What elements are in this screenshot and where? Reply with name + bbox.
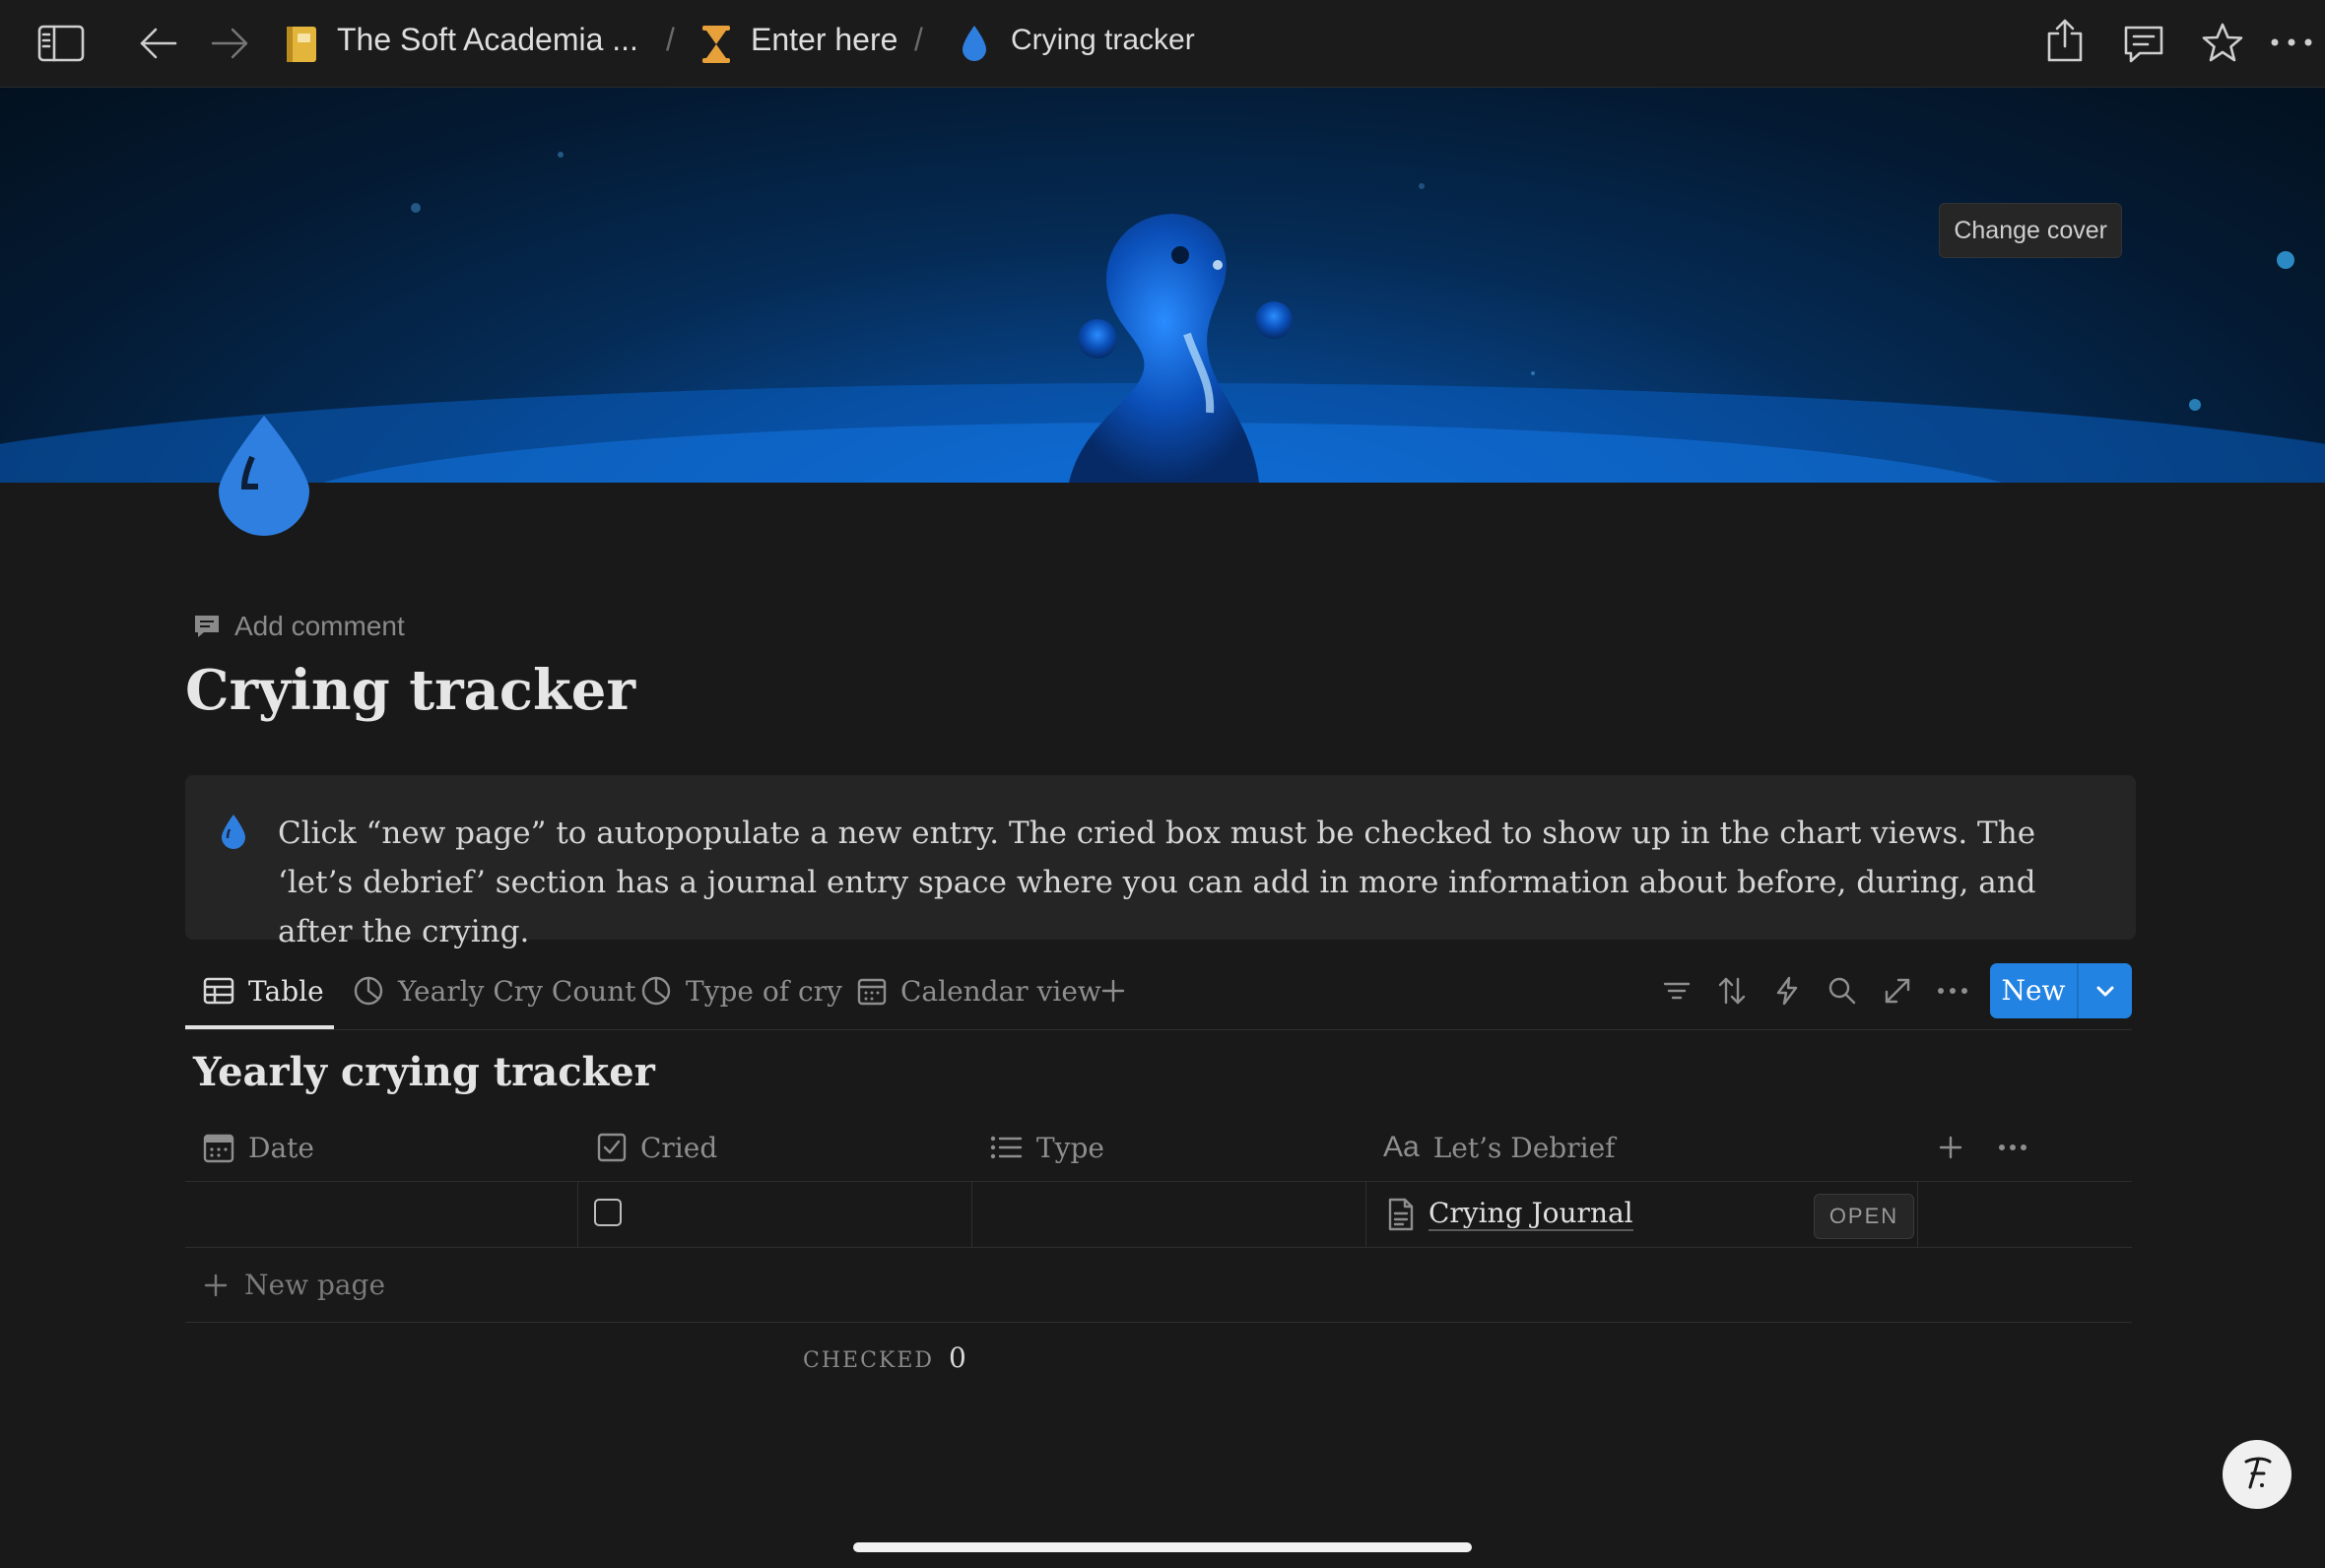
journal-entry-title[interactable]: Crying Journal [1387, 1182, 1633, 1247]
help-button[interactable] [2223, 1440, 2292, 1509]
breadcrumb-separator: / [666, 22, 675, 57]
column-header-type[interactable]: Type [989, 1114, 1104, 1181]
top-bar: The Soft Academia ... / Enter here / Cry… [0, 0, 2325, 88]
new-page-button[interactable]: New page [203, 1248, 385, 1322]
filter-icon[interactable] [1661, 975, 1693, 1007]
plus-icon [1937, 1134, 1964, 1161]
open-page-button[interactable]: OPEN [1814, 1194, 1914, 1239]
tab-label: Type of cry [686, 974, 842, 1008]
comment-icon [193, 614, 221, 639]
new-page-row[interactable]: New page [185, 1248, 2132, 1323]
cell-divider [971, 1182, 972, 1247]
share-icon[interactable] [2045, 18, 2085, 63]
table-icon [203, 977, 234, 1005]
sort-icon[interactable] [1716, 975, 1748, 1007]
callout-block[interactable]: Click “new page” to autopopulate a new e… [185, 775, 2136, 949]
plus-icon [203, 1273, 229, 1298]
forward-arrow-icon[interactable] [209, 24, 250, 63]
calc-label: CHECKED [803, 1348, 935, 1373]
page-droplet-icon[interactable] [215, 412, 313, 536]
cover-image: Change cover [0, 88, 2325, 483]
breadcrumb-separator: / [914, 22, 923, 57]
tab-label: Calendar view [900, 974, 1101, 1008]
breadcrumb-item-workspace[interactable]: The Soft Academia ... [337, 22, 638, 58]
plus-icon [1099, 977, 1127, 1005]
active-tab-indicator [185, 1025, 334, 1029]
droplet-icon [960, 24, 989, 63]
journal-title-text: Crying Journal [1428, 1197, 1633, 1231]
chevron-down-icon[interactable] [2094, 980, 2116, 1002]
calendar-icon [203, 1132, 234, 1163]
list-icon [989, 1134, 1023, 1161]
column-header-date[interactable]: Date [203, 1114, 314, 1181]
breadcrumb-item-current[interactable]: Crying tracker [1011, 24, 1195, 57]
calc-value: 0 [949, 1341, 966, 1374]
table-row: Crying Journal OPEN [185, 1182, 2132, 1248]
cell-divider [577, 1182, 578, 1247]
checked-count-calculation[interactable]: CHECKED 0 [803, 1341, 966, 1374]
comments-icon[interactable] [2122, 24, 2165, 65]
tab-yearly-cry-count[interactable]: Yearly Cry Count [353, 953, 636, 1028]
button-divider [2077, 963, 2079, 1018]
page-title[interactable]: Crying tracker [185, 658, 635, 723]
view-more-options-icon[interactable] [1937, 987, 1968, 995]
notebook-icon [284, 24, 319, 65]
table-more-options-icon[interactable] [1998, 1114, 2027, 1181]
tab-label: Table [248, 974, 324, 1008]
add-property-button[interactable] [1937, 1114, 1964, 1181]
tab-label: Yearly Cry Count [398, 974, 636, 1008]
new-page-label: New page [244, 1269, 386, 1301]
cell-divider [1365, 1182, 1366, 1247]
document-icon [1387, 1198, 1415, 1231]
back-arrow-icon[interactable] [138, 24, 179, 63]
column-header-lets-debrief[interactable]: Aa Let’s Debrief [1383, 1114, 1616, 1181]
column-label: Let’s Debrief [1432, 1131, 1616, 1164]
column-header-cried[interactable]: Cried [597, 1114, 717, 1181]
change-cover-button[interactable]: Change cover [1939, 203, 2122, 258]
callout-text: Click “new page” to autopopulate a new e… [278, 816, 2036, 949]
column-label: Cried [640, 1131, 718, 1164]
table-header: Date Cried Type Aa Let’s Debrief [185, 1114, 2132, 1182]
pie-chart-icon [353, 975, 384, 1007]
droplet-icon [219, 813, 248, 850]
database-title[interactable]: Yearly crying tracker [193, 1049, 655, 1095]
new-button-label: New [2001, 974, 2066, 1007]
column-label: Date [248, 1131, 314, 1164]
automation-lightning-icon[interactable] [1771, 975, 1803, 1007]
text-icon: Aa [1383, 1131, 1420, 1163]
search-icon[interactable] [1827, 975, 1858, 1007]
more-options-icon[interactable] [2270, 37, 2313, 47]
add-comment-button[interactable]: Add comment [193, 611, 405, 642]
database-view-tabs: Table Yearly Cry Count Type of cry Calen… [185, 953, 2132, 1030]
tab-calendar-view[interactable]: Calendar view [857, 953, 1101, 1028]
breadcrumb-item-enter-here[interactable]: Enter here [751, 22, 897, 58]
notion-ai-face-icon [2244, 1457, 2272, 1489]
checkbox-icon [597, 1133, 627, 1162]
favorite-star-icon[interactable] [2201, 22, 2244, 65]
pie-chart-icon [640, 975, 672, 1007]
sidebar-toggle-icon[interactable] [37, 24, 85, 63]
calendar-icon [857, 976, 887, 1006]
water-splash-image [0, 152, 2325, 483]
column-label: Type [1036, 1131, 1104, 1164]
tab-type-of-cry[interactable]: Type of cry [640, 953, 842, 1028]
cell-divider [1917, 1182, 1918, 1247]
cried-checkbox[interactable] [594, 1199, 622, 1226]
home-indicator [853, 1542, 1472, 1552]
expand-icon[interactable] [1882, 975, 1913, 1007]
hourglass-icon [699, 24, 733, 65]
new-entry-button[interactable]: New [1990, 963, 2132, 1018]
add-comment-label: Add comment [234, 611, 405, 641]
tab-table[interactable]: Table [203, 953, 324, 1028]
add-view-button[interactable] [1099, 953, 1127, 1028]
